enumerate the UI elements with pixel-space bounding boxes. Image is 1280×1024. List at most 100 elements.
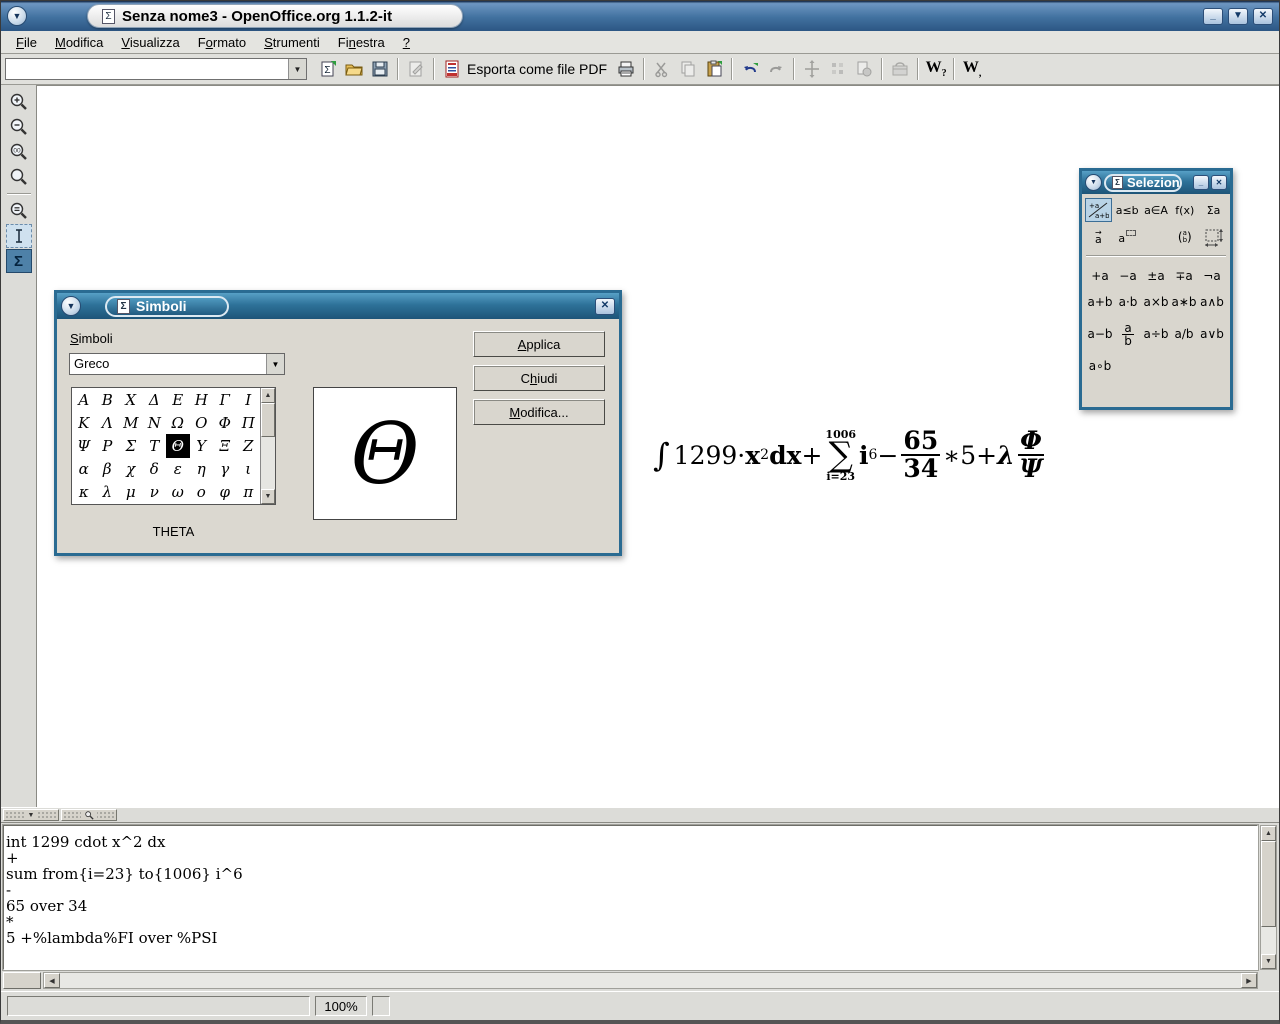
modifica-button[interactable]: Modifica... xyxy=(473,399,605,425)
chevron-down-icon[interactable]: ▼ xyxy=(266,354,284,374)
symbol-item[interactable]: a∨b xyxy=(1198,321,1226,347)
w-comma-button[interactable]: W, xyxy=(959,56,985,82)
palette-close-button[interactable]: ✕ xyxy=(1211,175,1227,190)
symbol-cell[interactable]: A xyxy=(72,388,96,411)
close-button[interactable]: ✕ xyxy=(1253,8,1273,25)
symbol-cell[interactable]: E xyxy=(166,388,190,411)
symbol-item[interactable]: a∘b xyxy=(1086,353,1114,379)
symbol-cell[interactable]: Ω xyxy=(166,411,190,434)
selezione-titlebar[interactable]: ▼ Σ Selezione _ ✕ xyxy=(1082,171,1230,194)
formula-cursor-button[interactable] xyxy=(799,56,825,82)
symbol-cell[interactable]: β xyxy=(96,458,120,481)
command-text-area[interactable]: int 1299 cdot x^2 dx + sum from{i=23} to… xyxy=(3,825,1258,970)
symbol-item[interactable]: ±a xyxy=(1142,263,1170,289)
paste-button[interactable] xyxy=(701,56,727,82)
symbol-item[interactable]: a−b xyxy=(1086,321,1114,347)
menu-file[interactable]: File xyxy=(7,33,46,52)
category-others[interactable]: a xyxy=(1114,225,1141,249)
scrollbar-thumb[interactable] xyxy=(261,403,275,437)
pdf-export-button[interactable] xyxy=(439,56,465,82)
w-question-button[interactable]: W? xyxy=(923,56,949,82)
cut-button[interactable] xyxy=(649,56,675,82)
category-attributes[interactable]: →a xyxy=(1085,225,1112,249)
window-menu-button[interactable]: ▼ xyxy=(7,6,27,26)
dialog-close-button[interactable]: ✕ xyxy=(595,298,615,315)
chiudi-button[interactable]: Chiudi xyxy=(473,365,605,391)
scroll-up-icon[interactable]: ▲ xyxy=(261,388,275,403)
symbol-cell[interactable]: Σ xyxy=(119,434,143,457)
print-button[interactable] xyxy=(613,56,639,82)
symbol-cell[interactable]: Ξ xyxy=(213,434,237,457)
redo-button[interactable] xyxy=(763,56,789,82)
document-canvas[interactable]: ∫ 1299·x2dx + 1006 ∑ i=23 i6 − 6534 ∗5+λ… xyxy=(37,85,1279,807)
menu-help[interactable]: ? xyxy=(394,33,419,52)
scroll-left-icon[interactable]: ◀ xyxy=(44,973,60,988)
shade-button[interactable]: ▼ xyxy=(1228,8,1248,25)
palette-minimize-button[interactable]: _ xyxy=(1193,175,1209,190)
simboli-titlebar[interactable]: ▼ Σ Simboli ✕ xyxy=(57,293,619,319)
scrollbar-thumb[interactable] xyxy=(1261,841,1276,927)
new-formula-button[interactable]: Σ xyxy=(315,56,341,82)
symbol-cell[interactable]: P xyxy=(96,434,120,457)
category-relations[interactable]: a≤b xyxy=(1114,198,1141,222)
copy-button[interactable] xyxy=(675,56,701,82)
category-formats[interactable] xyxy=(1200,225,1227,249)
symbol-cell[interactable]: δ xyxy=(143,458,167,481)
symbol-cell[interactable]: λ xyxy=(96,481,120,504)
symbol-cell[interactable]: α xyxy=(72,458,96,481)
dialog-menu-button[interactable]: ▼ xyxy=(61,296,81,316)
symbol-item[interactable]: a·b xyxy=(1114,289,1142,315)
symbol-item[interactable]: a×b xyxy=(1142,289,1170,315)
symbol-item[interactable]: +a xyxy=(1086,263,1114,289)
symbol-cell[interactable]: η xyxy=(190,458,214,481)
category-functions[interactable]: f(x) xyxy=(1171,198,1198,222)
palette-menu-button[interactable]: ▼ xyxy=(1085,174,1102,191)
symbols-catalog-button[interactable] xyxy=(825,56,851,82)
symbol-cell[interactable]: κ xyxy=(72,481,96,504)
minimize-button[interactable]: _ xyxy=(1203,8,1223,25)
edit-file-button[interactable] xyxy=(403,56,429,82)
symbol-cell[interactable]: ω xyxy=(166,481,190,504)
symbol-cell[interactable]: B xyxy=(96,388,120,411)
symbol-item-fraction[interactable]: ab xyxy=(1114,315,1142,353)
symbol-cell[interactable]: ι xyxy=(237,458,261,481)
symbol-cell[interactable]: μ xyxy=(119,481,143,504)
gallery-button[interactable] xyxy=(887,56,913,82)
menu-modifica[interactable]: Modifica xyxy=(46,33,112,52)
zoom-all-button[interactable] xyxy=(6,165,32,189)
symbol-cell[interactable]: ν xyxy=(143,481,167,504)
symbol-item[interactable]: a/b xyxy=(1170,321,1198,347)
symbol-item[interactable]: a∗b xyxy=(1170,289,1198,315)
symbol-cell-selected[interactable]: Θ xyxy=(166,434,190,457)
symbol-cell[interactable]: Π xyxy=(237,411,261,434)
symbol-cell[interactable]: Z xyxy=(237,434,261,457)
copy-special-button[interactable] xyxy=(851,56,877,82)
grid-scrollbar[interactable]: ▲ ▼ xyxy=(260,388,275,504)
command-hscrollbar[interactable]: ◀ ▶ xyxy=(43,972,1258,989)
symbol-item[interactable]: −a xyxy=(1114,263,1142,289)
symbol-cell[interactable]: ο xyxy=(190,481,214,504)
category-brackets[interactable]: (ab) xyxy=(1171,225,1198,249)
category-unary-binary-operators[interactable]: +aa+b xyxy=(1085,198,1112,222)
symbol-cell[interactable]: ε xyxy=(166,458,190,481)
url-combobox[interactable]: ▼ xyxy=(5,58,307,80)
applica-button[interactable]: Applica xyxy=(473,331,605,357)
menu-strumenti[interactable]: Strumenti xyxy=(255,33,329,52)
symbol-cell[interactable]: O xyxy=(190,411,214,434)
symbol-cell[interactable]: Φ xyxy=(213,411,237,434)
menu-visualizza[interactable]: Visualizza xyxy=(112,33,188,52)
combo-dropdown-button[interactable]: ▼ xyxy=(288,59,306,79)
category-operators[interactable]: Σa xyxy=(1200,198,1227,222)
zoom-100-button[interactable]: 00 xyxy=(6,140,32,164)
scroll-down-icon[interactable]: ▼ xyxy=(1261,954,1276,969)
category-set-operations[interactable]: a∈A xyxy=(1143,198,1170,222)
open-button[interactable] xyxy=(341,56,367,82)
zoom-in-button[interactable] xyxy=(6,90,32,114)
undo-button[interactable] xyxy=(737,56,763,82)
url-input[interactable] xyxy=(6,59,288,79)
symbol-cell[interactable]: Γ xyxy=(213,388,237,411)
save-button[interactable] xyxy=(367,56,393,82)
symbol-item[interactable]: ¬a xyxy=(1198,263,1226,289)
scroll-right-icon[interactable]: ▶ xyxy=(1241,973,1257,988)
splitter-bar[interactable]: ▼ xyxy=(1,807,1279,823)
